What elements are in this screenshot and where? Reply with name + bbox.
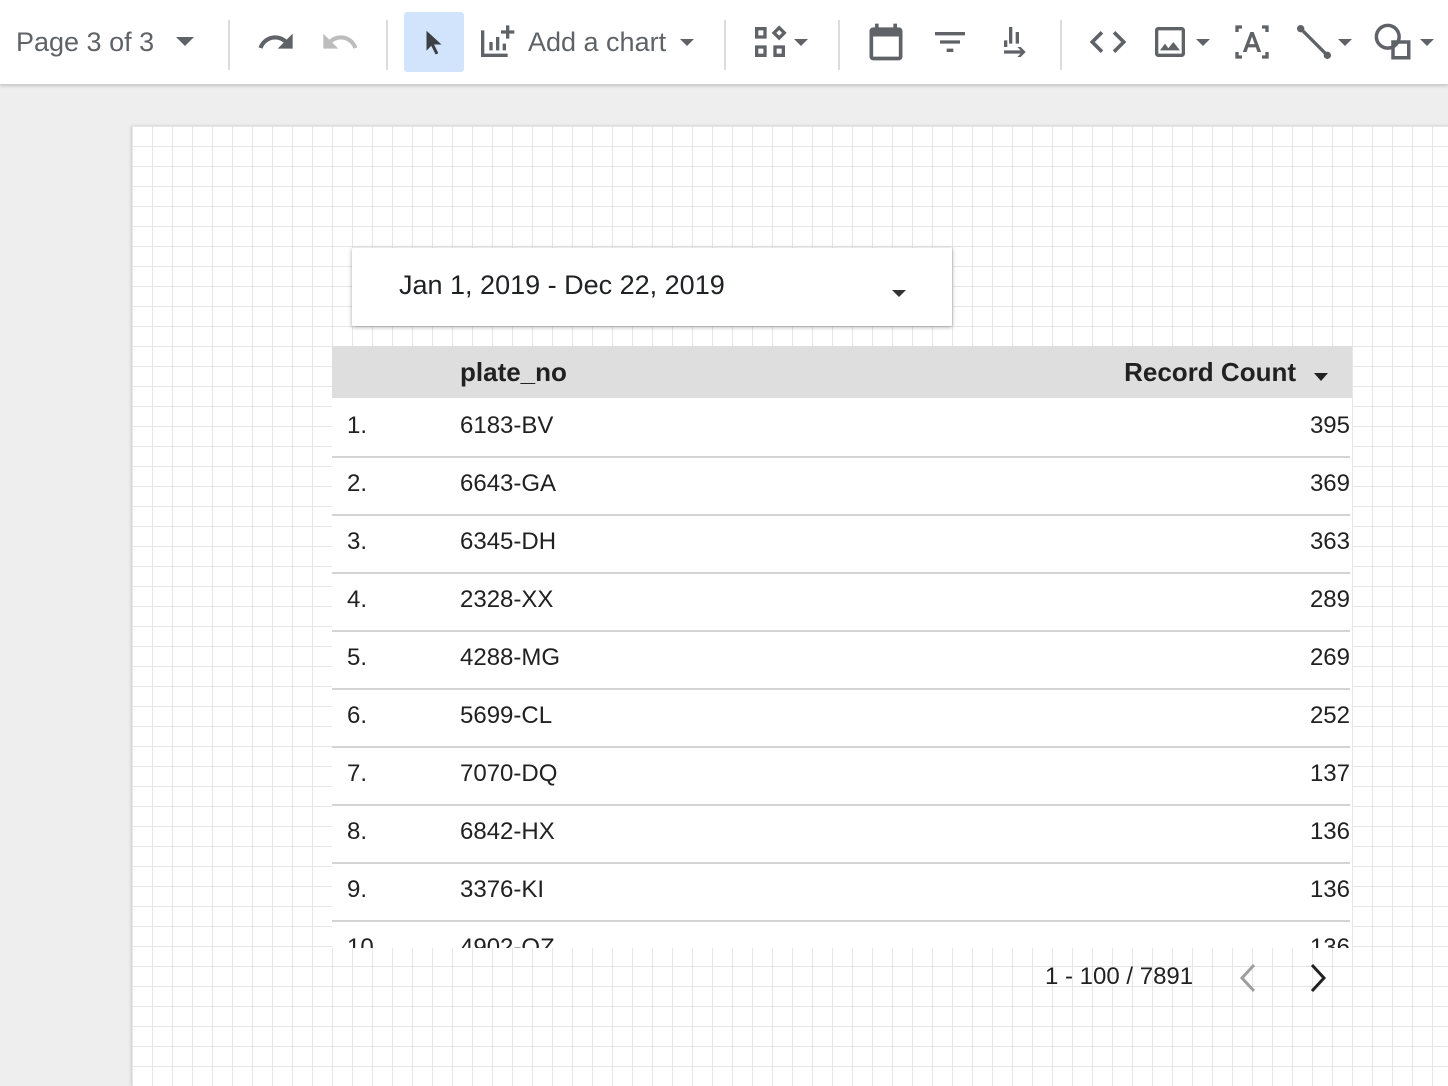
undo-icon — [258, 33, 293, 49]
table-row[interactable]: 7. 7070-DQ 137 — [332, 746, 1350, 806]
record-count-cell: 136 — [1309, 934, 1350, 948]
record-count-cell: 136 — [1309, 876, 1350, 903]
plate-no-cell: 6643-GA — [460, 470, 557, 497]
row-index: 1. — [347, 412, 368, 439]
line-button[interactable] — [1294, 0, 1352, 84]
community-viz-icon — [755, 25, 787, 57]
toolbar-divider — [838, 20, 840, 70]
add-chart-icon — [481, 25, 515, 57]
column-header-plate-no[interactable]: plate_no — [460, 357, 567, 388]
data-control-button[interactable] — [994, 0, 1034, 84]
chevron-down-icon — [1196, 33, 1210, 51]
undo-button[interactable] — [256, 0, 296, 84]
image-icon — [1155, 27, 1185, 57]
chevron-down-icon[interactable] — [892, 284, 906, 302]
chevron-down-icon — [176, 33, 195, 51]
date-range-icon — [869, 23, 903, 61]
column-header-record-count[interactable]: Record Count — [1124, 357, 1296, 388]
plate-no-cell: 4288-MG — [460, 644, 561, 671]
table-header: plate_no Record Count — [332, 346, 1352, 398]
table-row[interactable]: 5. 4288-MG 269 — [332, 630, 1350, 690]
record-count-cell: 395 — [1309, 412, 1350, 439]
data-control-icon — [1004, 27, 1026, 57]
toolbar-divider — [724, 20, 726, 70]
row-index: 2. — [347, 470, 368, 497]
plate-no-cell: 2328-XX — [460, 586, 554, 613]
toolbar-divider — [386, 20, 388, 70]
plate-no-cell: 3376-KI — [460, 876, 545, 903]
row-index: 6. — [347, 702, 368, 729]
row-index: 8. — [347, 818, 368, 845]
date-range-value: Jan 1, 2019 - Dec 22, 2019 — [399, 270, 725, 300]
toolbar-divider — [1060, 20, 1062, 70]
chevron-down-icon — [1420, 33, 1434, 51]
previous-page-button[interactable] — [1238, 962, 1260, 994]
filter-control-button[interactable] — [930, 0, 970, 84]
add-chart-button[interactable]: Add a chart — [476, 0, 695, 84]
record-count-cell: 269 — [1309, 644, 1350, 671]
add-chart-label: Add a chart — [528, 26, 667, 57]
image-button[interactable] — [1150, 0, 1210, 84]
text-button[interactable] — [1232, 0, 1272, 84]
row-index: 9. — [347, 876, 368, 903]
next-page-button[interactable] — [1306, 962, 1328, 994]
record-count-cell: 252 — [1309, 702, 1350, 729]
row-index: 5. — [347, 644, 368, 671]
community-viz-button[interactable] — [750, 0, 808, 84]
select-icon — [426, 30, 442, 55]
date-range-control[interactable]: Jan 1, 2019 - Dec 22, 2019 — [352, 248, 952, 326]
pagination-range: 1 - 100 / 7891 — [1045, 963, 1194, 990]
row-index: 7. — [347, 760, 368, 787]
chevron-down-icon — [794, 33, 808, 51]
line-icon — [1297, 25, 1331, 59]
record-count-cell: 363 — [1309, 528, 1350, 555]
table-row[interactable]: 10. 4902-OZ 136 — [332, 920, 1350, 948]
chevron-down-icon — [680, 33, 695, 51]
table-row[interactable]: 1. 6183-BV 395 — [332, 398, 1350, 458]
table-row[interactable]: 2. 6643-GA 369 — [332, 456, 1350, 516]
record-count-cell: 137 — [1309, 760, 1350, 787]
table-row[interactable]: 8. 6842-HX 136 — [332, 804, 1350, 864]
plate-no-cell: 6842-HX — [460, 818, 555, 845]
toolbar-divider — [228, 20, 230, 70]
text-icon — [1235, 25, 1269, 59]
shape-icon — [1374, 23, 1411, 60]
table-row[interactable]: 9. 3376-KI 136 — [332, 862, 1350, 922]
plate-no-cell: 6345-DH — [460, 528, 557, 555]
table-row[interactable]: 4. 2328-XX 289 — [332, 572, 1350, 632]
chevron-left-icon — [1239, 963, 1256, 993]
record-count-cell: 369 — [1309, 470, 1350, 497]
row-index: 10. — [347, 934, 381, 948]
plate-no-cell: 5699-CL — [460, 702, 553, 729]
redo-button[interactable] — [320, 0, 360, 84]
select-tool-button[interactable] — [404, 12, 464, 72]
page-selector[interactable]: Page 3 of 3 — [16, 0, 195, 84]
redo-icon — [323, 33, 358, 49]
chevron-right-icon — [1310, 963, 1327, 993]
shape-button[interactable] — [1372, 0, 1434, 84]
url-embed-button[interactable] — [1086, 0, 1130, 84]
plate-no-cell: 7070-DQ — [460, 760, 558, 787]
record-count-cell: 136 — [1309, 818, 1350, 845]
data-table: plate_no Record Count 1. 6183-BV 395 2. … — [332, 346, 1352, 948]
row-index: 3. — [347, 528, 368, 555]
chevron-down-icon — [1338, 33, 1352, 51]
plate-no-cell: 6183-BV — [460, 412, 554, 439]
table-row[interactable]: 3. 6345-DH 363 — [332, 514, 1350, 574]
plate-no-cell: 4902-OZ — [460, 934, 555, 948]
url-embed-icon — [1089, 31, 1127, 53]
table-row[interactable]: 6. 5699-CL 252 — [332, 688, 1350, 748]
date-range-control-button[interactable] — [864, 0, 908, 84]
record-count-cell: 289 — [1309, 586, 1350, 613]
toolbar: Page 3 of 3 Add a chart — [0, 0, 1448, 85]
filter-icon — [935, 32, 965, 52]
row-index: 4. — [347, 586, 368, 613]
sort-descending-icon[interactable] — [1314, 368, 1328, 386]
page-indicator: Page 3 of 3 — [16, 26, 155, 57]
